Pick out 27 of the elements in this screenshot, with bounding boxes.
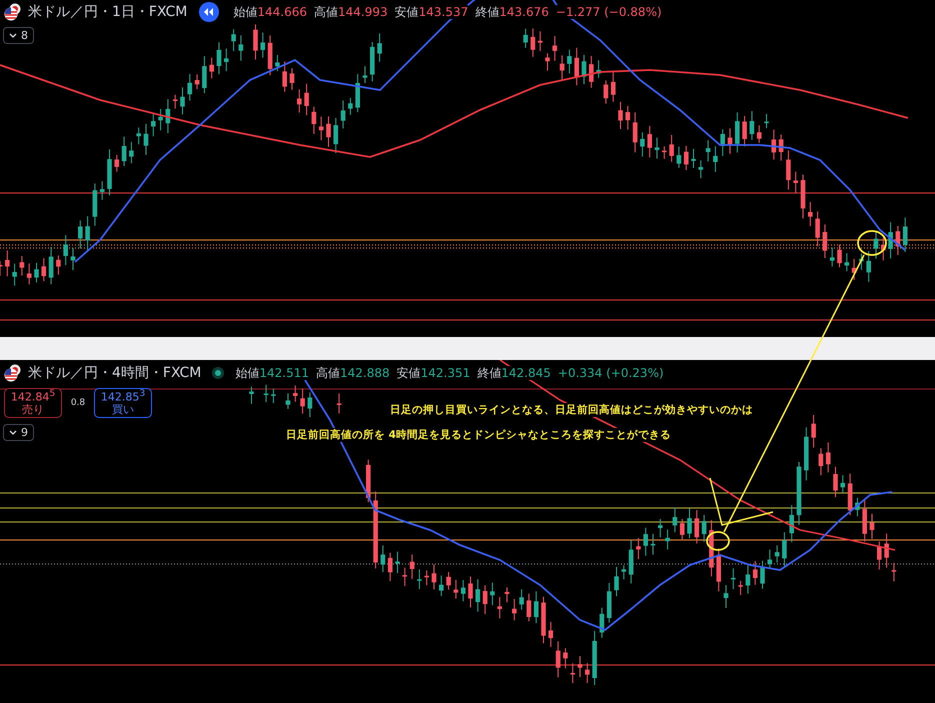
- ohlc-label: 高値: [316, 364, 340, 382]
- indicator-toggle[interactable]: 8: [3, 27, 34, 44]
- ohlc-value: 142.888: [340, 366, 390, 380]
- ohlc-value: 142.511: [259, 366, 310, 380]
- ohlc-label: 安値: [394, 4, 419, 20]
- price-change: −1.277 (−0.88%): [556, 5, 662, 19]
- indicator-toggle[interactable]: 9: [3, 424, 34, 441]
- price-change: +0.334 (+0.23%): [558, 366, 664, 380]
- ohlc-label: 安値: [396, 364, 421, 382]
- ohlc-label: 高値: [314, 4, 338, 20]
- symbol-title: 米ドル／円・1日・FXCM: [28, 3, 188, 21]
- ohlc-value: 142.845: [501, 366, 551, 380]
- annotation-text: 日足の押し目買いラインとなる、日足前回高値はどこが効きやすいのかは: [390, 403, 753, 417]
- ohlc-value: 143.676: [499, 5, 549, 19]
- sell-button[interactable]: 142.84$^{5}$ 売り: [4, 388, 62, 418]
- buy-button[interactable]: 142.85$^{3}$ 買い: [94, 388, 152, 418]
- symbol-title: 米ドル／円・4時間・FXCM: [28, 364, 202, 382]
- ohlc-label: 始値: [233, 4, 258, 20]
- ohlc-value: 142.351: [420, 366, 470, 380]
- ohlc-label: 始値: [235, 364, 260, 382]
- ohlc-value: 144.993: [338, 5, 388, 19]
- ohlc-label: 終値: [477, 364, 502, 382]
- ohlc-value: 144.666: [257, 5, 308, 19]
- spread-value: 0.8: [70, 398, 86, 408]
- ohlc-label: 終値: [475, 4, 500, 20]
- annotation-text: 日足前回高値の所を 4時間足を見るとドンピシャなところを探すことができる: [286, 428, 671, 442]
- ohlc-value: 143.537: [418, 5, 468, 19]
